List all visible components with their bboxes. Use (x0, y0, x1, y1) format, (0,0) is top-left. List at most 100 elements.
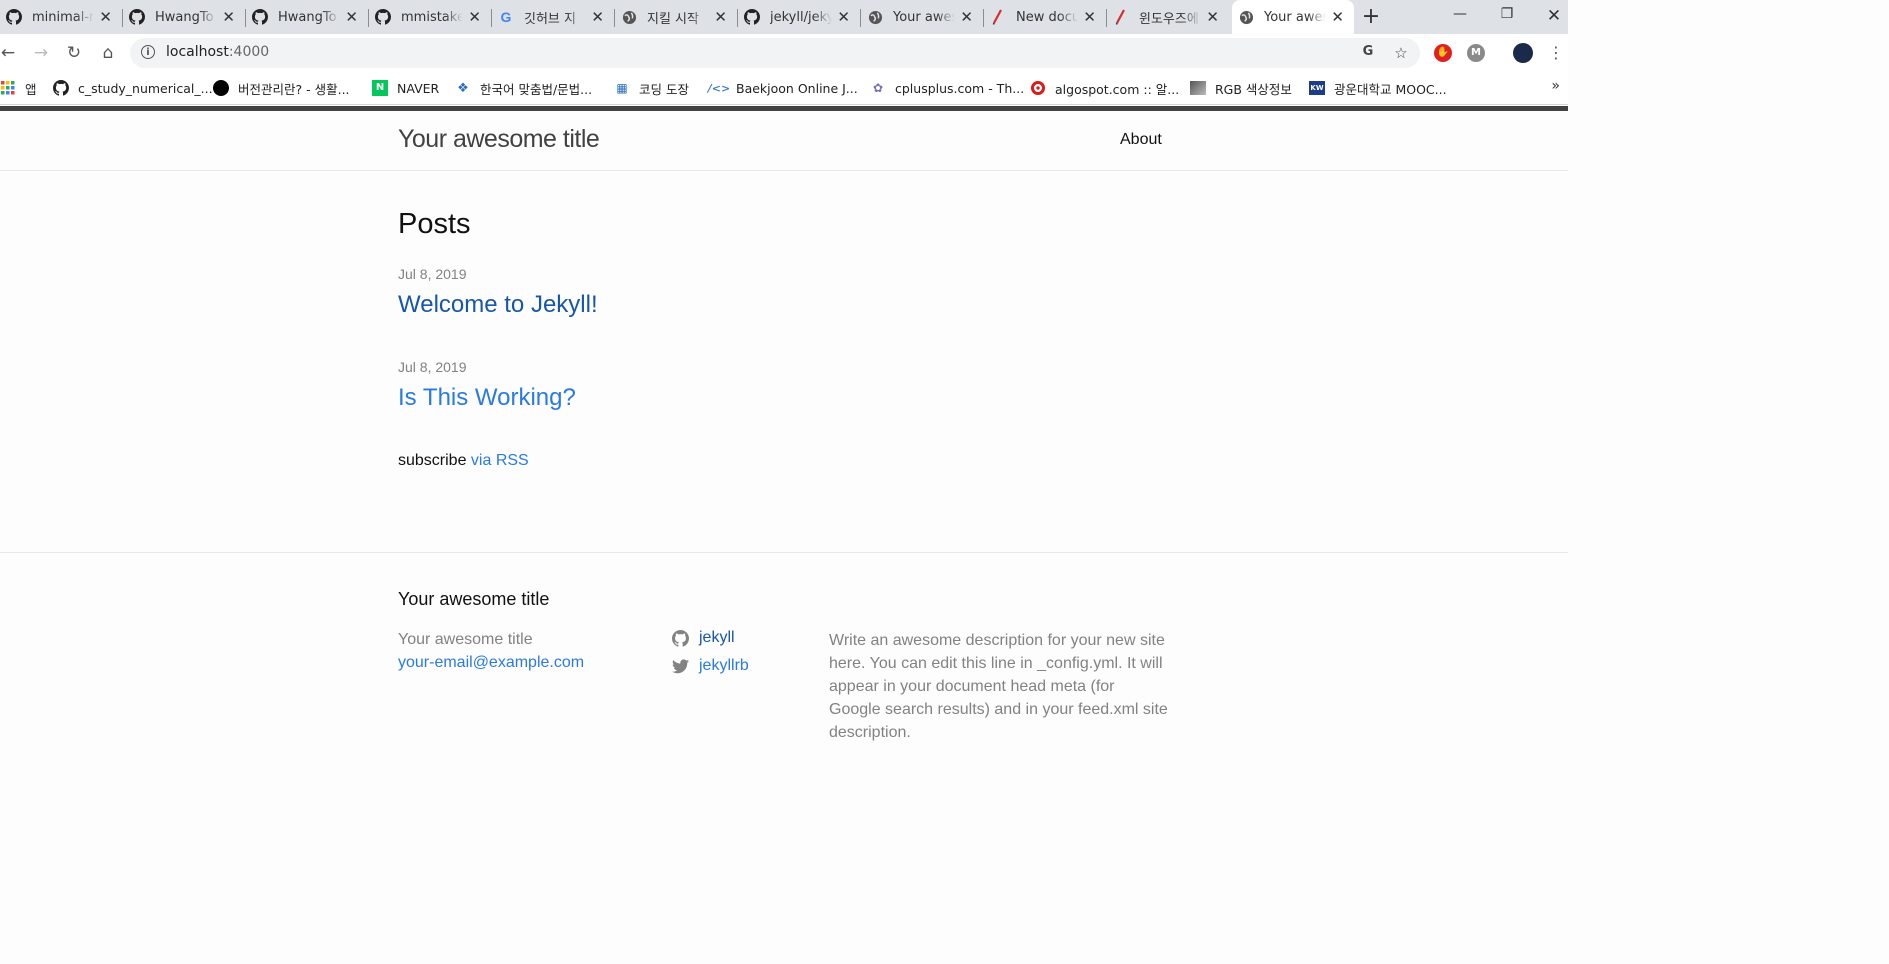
browser-tab[interactable]: minimal-mistakes ✕ (0, 0, 123, 34)
google-icon: G (500, 9, 512, 25)
restore-button[interactable]: ❐ (1497, 6, 1517, 26)
twitter-link[interactable]: jekyllrb (699, 657, 749, 675)
globe-icon (1238, 9, 1254, 25)
bookmark-label: RGB 색상정보 (1215, 81, 1292, 97)
twitter-icon (672, 658, 689, 675)
bookmark-item[interactable]: 버전관리란? - 생활... (213, 79, 350, 97)
tab-title: Your awesome (1264, 9, 1326, 25)
bookmark-label: 버전관리란? - 생활... (238, 81, 350, 97)
bookmark-label: Baekjoon Online J... (736, 80, 858, 96)
star-icon[interactable]: ☆ (1391, 44, 1411, 62)
address-bar[interactable]: i localhost:4000 G ☆ (130, 38, 1420, 68)
browser-tab[interactable]: 지킬 시작 ✕ (615, 0, 738, 34)
tab-close-icon[interactable]: ✕ (468, 9, 481, 25)
pen-icon (1113, 9, 1129, 25)
m-extension-icon[interactable]: M (1467, 44, 1485, 62)
globe-icon (621, 9, 637, 25)
bookmark-item[interactable]: 앱 (0, 79, 37, 97)
browser-tab[interactable]: G 깃허브 지 ✕ (492, 0, 615, 34)
bookmark-item[interactable]: KW 광운대학교 MOOC... (1309, 79, 1447, 97)
bookmark-label: NAVER (397, 80, 440, 96)
site-title-link[interactable]: Your awesome title (398, 125, 600, 154)
github-icon (672, 629, 689, 647)
bookmark-item[interactable]: ❖ 한국어 맞춤법/문법... (455, 79, 592, 97)
browser-tab[interactable]: HwangTo ✕ (246, 0, 369, 34)
tab-close-icon[interactable]: ✕ (1206, 9, 1219, 25)
tab-close-icon[interactable]: ✕ (1331, 9, 1344, 25)
new-tab-button[interactable]: + (1359, 5, 1383, 29)
twitter-social-item: jekyllrb (672, 657, 749, 675)
forward-button[interactable]: → (29, 41, 53, 65)
tab-close-icon[interactable]: ✕ (1083, 9, 1096, 25)
profile-avatar[interactable] (1513, 43, 1533, 63)
bookmark-item[interactable]: /<> Baekjoon Online J... (707, 79, 858, 97)
browser-tab[interactable]: Your awesome ✕ (1232, 0, 1354, 34)
bookmark-item[interactable]: RGB 색상정보 (1190, 79, 1292, 97)
tab-close-icon[interactable]: ✕ (837, 9, 850, 25)
back-button[interactable]: ← (0, 41, 20, 65)
tab-close-icon[interactable]: ✕ (714, 9, 727, 25)
home-button[interactable]: ⌂ (96, 41, 120, 65)
menu-icon[interactable]: ⋮ (1544, 41, 1568, 65)
dojang-icon: ▦ (616, 81, 628, 95)
bookmark-item[interactable]: c_study_numerical_... (53, 79, 213, 97)
url-text[interactable]: localhost:4000 (166, 44, 269, 60)
bookmark-item[interactable]: ▦ 코딩 도장 (614, 79, 689, 97)
tab-title: New document (1016, 9, 1078, 25)
info-icon[interactable]: i (141, 45, 155, 59)
bookmarks-more-button[interactable]: » (1551, 78, 1560, 94)
url-port: :4000 (228, 44, 270, 60)
minimize-button[interactable]: — (1450, 6, 1470, 26)
tab-close-icon[interactable]: ✕ (99, 9, 112, 25)
tab-close-icon[interactable]: ✕ (222, 9, 235, 25)
post-link-welcome[interactable]: Welcome to Jekyll! (398, 291, 598, 319)
tab-title: mmistakes (401, 9, 463, 25)
bookmark-label: algospot.com :: 알... (1055, 81, 1180, 97)
footer-email-link[interactable]: your-email@example.com (398, 654, 584, 672)
kw-icon: KW (1309, 80, 1325, 96)
browser-tab[interactable]: Your awesome ✕ (861, 0, 984, 34)
footer-heading: Your awesome title (398, 589, 550, 609)
rgb-icon (1190, 80, 1206, 96)
tab-title: jekyll/jekyll (770, 9, 832, 25)
circle-icon (213, 80, 229, 96)
footer-site-name: Your awesome title (398, 631, 533, 648)
adblock-icon[interactable]: ✋ (1434, 44, 1452, 62)
tab-close-icon[interactable]: ✕ (345, 9, 358, 25)
browser-tab[interactable]: jekyll/jekyll ✕ (738, 0, 861, 34)
browser-tab[interactable]: New document ✕ (984, 0, 1107, 34)
bookmark-label: 한국어 맞춤법/문법... (480, 81, 593, 97)
url-host: localhost (166, 44, 229, 60)
browser-tab[interactable]: HwangTo ✕ (123, 0, 246, 34)
bookmarks-bar: 앱 c_study_numerical_... 버전관리란? - 생활... N NAV… (0, 72, 1568, 105)
bookmark-item[interactable]: ✿ cplusplus.com - Th... (870, 79, 1024, 97)
tab-strip: minimal-mistakes✕HwangTo✕HwangTo✕mmistak… (0, 0, 1568, 34)
bookmark-item[interactable]: algospot.com :: 알... (1030, 79, 1179, 97)
bookmark-item[interactable]: N NAVER (372, 79, 439, 97)
tab-title: HwangTo (278, 9, 337, 25)
code-icon: /<> (707, 81, 731, 95)
apps-icon (0, 80, 16, 96)
browser-tab[interactable]: 윈도우즈에 ✕ (1107, 0, 1229, 34)
post-date: Jul 8, 2019 (398, 266, 467, 282)
nav-about-link[interactable]: About (1120, 131, 1162, 149)
bookmark-label: cplusplus.com - Th... (895, 80, 1025, 96)
pen-icon (990, 9, 1006, 25)
reload-button[interactable]: ↻ (62, 41, 86, 65)
bookmark-label: 광운대학교 MOOC... (1334, 81, 1447, 97)
footer-description: Write an awesome description for your ne… (829, 632, 1168, 741)
translate-icon[interactable]: G (1358, 44, 1378, 62)
tab-close-icon[interactable]: ✕ (960, 9, 973, 25)
browser-toolbar: ← → ↻ ⌂ i localhost:4000 G ☆ ✋ M ⋮ (0, 34, 1568, 72)
post-date: Jul 8, 2019 (398, 359, 467, 375)
github-icon (6, 9, 22, 25)
rss-link[interactable]: via RSS (471, 452, 529, 469)
post-link-is-this-working[interactable]: Is This Working? (398, 384, 576, 412)
tab-title: 지킬 시작 (647, 11, 699, 27)
browser-tab[interactable]: mmistakes ✕ (369, 0, 492, 34)
github-icon (252, 9, 268, 25)
tab-title: 윈도우즈에 (1139, 11, 1199, 27)
tab-close-icon[interactable]: ✕ (591, 9, 604, 25)
close-window-button[interactable]: ✕ (1544, 6, 1564, 26)
github-link[interactable]: jekyll (699, 629, 735, 647)
